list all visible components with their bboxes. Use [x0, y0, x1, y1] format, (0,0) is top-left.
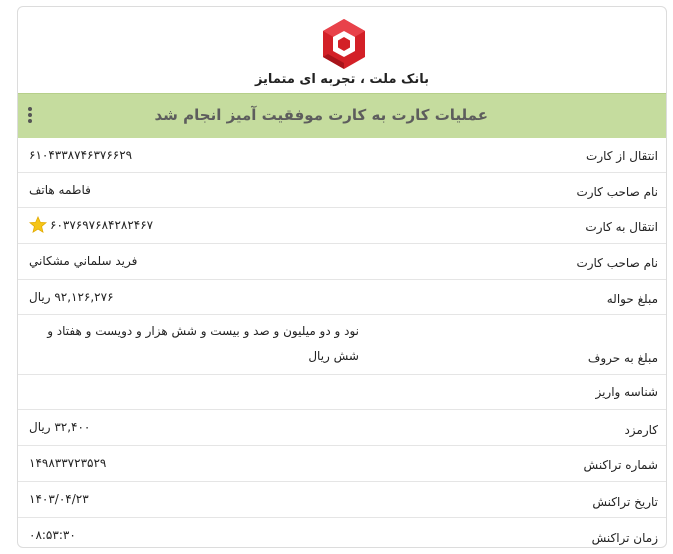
detail-label: مبلغ حواله: [606, 292, 658, 306]
detail-row-destination-owner: نام صاحب کارت فريد سلماني مشكاني: [18, 244, 666, 280]
success-message: عملیات کارت به کارت موفقیت آمیز انجام شد: [154, 106, 489, 124]
detail-value: ۱۴۹۸۳۳۷۲۳۵۲۹: [29, 456, 107, 470]
detail-row-source-owner: نام صاحب کارت فاطمه هاتف: [18, 173, 666, 208]
detail-value: ۶۱۰۴۳۳۸۷۴۶۳۷۶۶۲۹: [29, 148, 133, 162]
detail-row-transaction-date: تاریخ تراکنش ۱۴۰۳/۰۴/۲۳: [18, 482, 666, 518]
detail-label: زمان تراکنش: [591, 531, 658, 545]
detail-row-transaction-time: زمان تراکنش ۰۸:۵۳:۳۰: [18, 518, 666, 547]
detail-value: ۳۲,۴۰۰ ریال: [29, 420, 91, 434]
status-header: عملیات کارت به کارت موفقیت آمیز انجام شد: [18, 93, 666, 138]
detail-row-transaction-number: شماره تراکنش ۱۴۹۸۳۳۷۲۳۵۲۹: [18, 446, 666, 482]
detail-row-source-card: انتقال از کارت ۶۱۰۴۳۳۸۷۴۶۳۷۶۶۲۹: [18, 138, 666, 173]
detail-label: تاریخ تراکنش: [592, 495, 658, 509]
detail-label: نام صاحب کارت: [576, 185, 658, 199]
detail-label: انتقال به کارت: [585, 220, 658, 234]
logo-area: [18, 17, 666, 73]
kebab-menu-icon[interactable]: [27, 107, 33, 125]
detail-value: نود و دو میلیون و صد و بیست و شش هزار و …: [47, 324, 359, 363]
detail-label: شماره تراکنش: [583, 458, 658, 472]
detail-row-amount-words: مبلغ به حروف نود و دو میلیون و صد و بیست…: [18, 315, 666, 375]
detail-value: ۹۲,۱۲۶,۲۷۶ ریال: [29, 290, 114, 304]
detail-row-amount: مبلغ حواله ۹۲,۱۲۶,۲۷۶ ریال: [18, 280, 666, 315]
receipt-card: بانک ملت ، تجربه ای متمایز عملیات کارت ب…: [17, 6, 667, 548]
detail-value: فاطمه هاتف: [29, 183, 91, 197]
transaction-details: انتقال از کارت ۶۱۰۴۳۳۸۷۴۶۳۷۶۶۲۹ نام صاحب…: [18, 138, 666, 547]
star-icon[interactable]: [29, 216, 47, 234]
detail-row-deposit-id: شناسه واریز: [18, 375, 666, 410]
detail-value: ۱۴۰۳/۰۴/۲۳: [29, 492, 89, 506]
detail-value: ۶۰۳۷۶۹۷۶۸۴۲۸۲۴۶۷: [50, 218, 154, 232]
detail-label: کارمزد: [624, 423, 658, 437]
bank-mellat-logo-icon: [323, 19, 365, 69]
detail-label: نام صاحب کارت: [576, 256, 658, 270]
detail-label: انتقال از کارت: [586, 149, 658, 163]
detail-label: مبلغ به حروف: [587, 351, 658, 365]
detail-value: ۰۸:۵۳:۳۰: [29, 528, 76, 542]
detail-value: فريد سلماني مشكاني: [29, 254, 138, 268]
detail-label: شناسه واریز: [595, 385, 658, 399]
bank-slogan: بانک ملت ، تجربه ای متمایز: [254, 72, 430, 87]
detail-row-fee: کارمزد ۳۲,۴۰۰ ریال: [18, 410, 666, 446]
detail-row-destination-card: انتقال به کارت ۶۰۳۷۶۹۷۶۸۴۲۸۲۴۶۷: [18, 208, 666, 244]
